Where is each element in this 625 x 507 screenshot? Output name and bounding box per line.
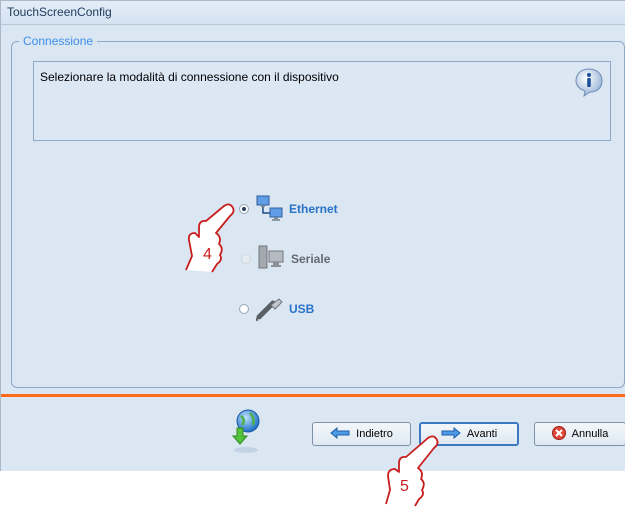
config-window: TouchScreenConfig Connessione Selezionar… xyxy=(0,0,625,471)
option-seriale: Seriale xyxy=(241,245,330,273)
info-icon xyxy=(575,68,603,97)
cancel-button[interactable]: Annulla xyxy=(534,422,625,446)
title-bar: TouchScreenConfig xyxy=(1,1,625,25)
cancel-x-icon xyxy=(551,425,566,443)
usb-radio[interactable] xyxy=(239,304,249,314)
arrow-right-icon xyxy=(441,426,461,442)
seriale-radio xyxy=(241,254,251,264)
callout-4-label: 4 xyxy=(203,246,212,263)
network-computer-icon xyxy=(256,195,283,221)
groupbox-legend: Connessione xyxy=(19,34,98,48)
pointing-hand-icon xyxy=(185,203,235,273)
seriale-label: Seriale xyxy=(291,252,331,266)
usb-plug-icon xyxy=(255,298,283,321)
next-label: Avanti xyxy=(466,428,498,440)
arrow-left-icon xyxy=(330,426,350,442)
option-ethernet[interactable]: Ethernet xyxy=(239,195,338,223)
pointing-hand-icon xyxy=(385,435,439,507)
ethernet-radio[interactable] xyxy=(239,204,249,214)
info-panel: Selezionare la modalità di connessione c… xyxy=(33,61,611,141)
serial-computer-icon xyxy=(258,245,284,269)
footer-separator xyxy=(1,394,625,397)
callout-5-label: 5 xyxy=(400,478,409,495)
window-title: TouchScreenConfig xyxy=(7,5,112,19)
globe-download-icon xyxy=(231,409,260,453)
info-text: Selezionare la modalità di connessione c… xyxy=(40,70,339,84)
usb-label[interactable]: USB xyxy=(289,302,314,316)
option-usb[interactable]: USB xyxy=(239,295,314,323)
ethernet-label[interactable]: Ethernet xyxy=(289,202,338,216)
cancel-label: Annulla xyxy=(571,428,609,440)
